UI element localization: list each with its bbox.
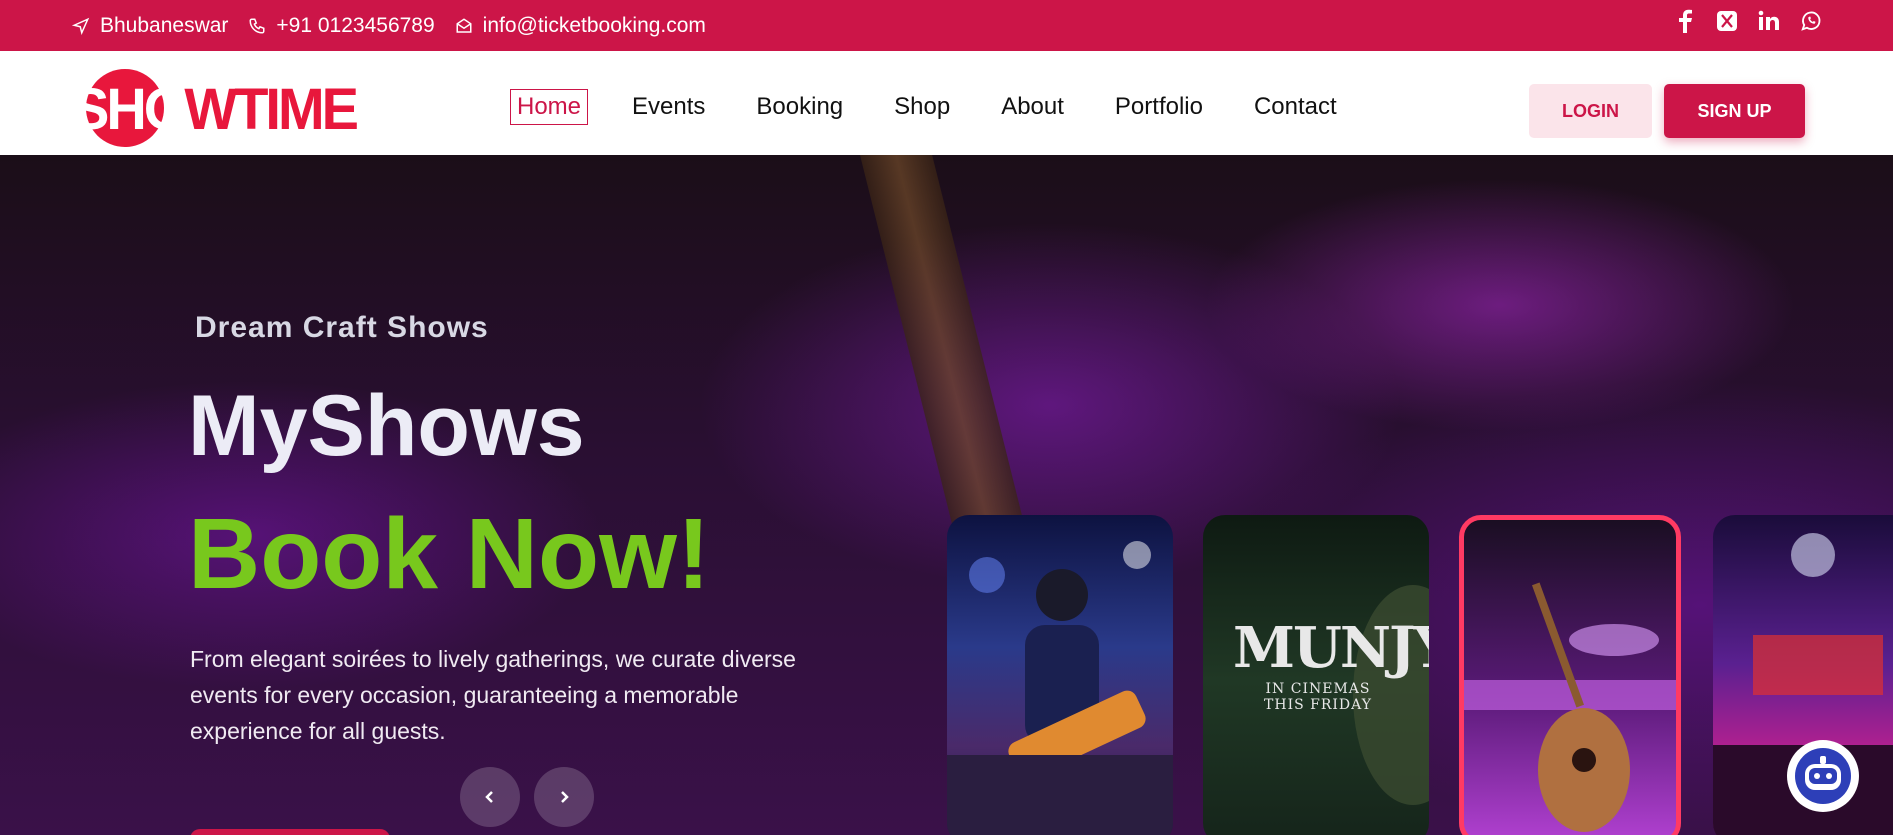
event-card-guitar-active[interactable] — [1459, 515, 1681, 835]
hero-primary-button[interactable] — [190, 829, 390, 835]
nav-menu: Home Events Booking Shop About Portfolio… — [510, 89, 1381, 126]
main-navbar: SHOWTIME Home Events Booking Shop About … — [0, 51, 1893, 155]
robot-icon — [1795, 748, 1851, 804]
movie-title: MUNJYA — [1233, 615, 1429, 681]
facebook-icon[interactable] — [1673, 9, 1697, 33]
movie-poster-text: MUNJYA IN CINEMAS THIS FRIDAY — [1233, 615, 1429, 713]
social-links — [1655, 0, 1823, 42]
login-button[interactable]: LOGIN — [1529, 84, 1652, 138]
showtime-logo[interactable]: SHOWTIME — [72, 69, 359, 149]
event-card-singer[interactable] — [947, 515, 1173, 835]
email-text: info@ticketbooking.com — [482, 13, 706, 37]
prev-slide-button[interactable] — [460, 767, 520, 827]
hero-title: MyShows — [188, 378, 585, 474]
nav-booking[interactable]: Booking — [749, 89, 850, 125]
location-text: Bhubaneswar — [100, 13, 229, 37]
linkedin-icon[interactable] — [1757, 9, 1781, 33]
whatsapp-icon[interactable] — [1799, 9, 1823, 33]
top-bar: Bhubaneswar +91 0123456789 info@ticketbo… — [0, 0, 1893, 51]
contact-info: Bhubaneswar +91 0123456789 info@ticketbo… — [72, 0, 726, 51]
hero-tagline: Dream Craft Shows — [195, 311, 489, 344]
email-item[interactable]: info@ticketbooking.com — [455, 14, 706, 38]
nav-contact[interactable]: Contact — [1247, 89, 1344, 125]
hero-section: Dream Craft Shows MyShows Book Now! From… — [0, 155, 1893, 835]
singer-image — [947, 541, 1173, 835]
movie-subtitle-1: IN CINEMAS — [1265, 681, 1371, 697]
next-slide-button[interactable] — [534, 767, 594, 827]
chatbot-button[interactable] — [1787, 740, 1859, 812]
location-arrow-icon — [72, 17, 90, 35]
envelope-icon — [456, 17, 472, 33]
nav-shop[interactable]: Shop — [887, 89, 957, 125]
nav-about[interactable]: About — [994, 89, 1071, 125]
phone-item[interactable]: +91 0123456789 — [248, 13, 435, 38]
chevron-left-icon — [485, 791, 493, 803]
event-card-movie[interactable]: MUNJYA IN CINEMAS THIS FRIDAY — [1203, 515, 1429, 835]
nav-portfolio[interactable]: Portfolio — [1108, 89, 1210, 125]
nav-events[interactable]: Events — [625, 89, 712, 125]
phone-text: +91 0123456789 — [276, 13, 435, 37]
phone-icon — [249, 18, 265, 34]
hero-description: From elegant soirées to lively gathering… — [190, 646, 796, 744]
hero-cta-title: Book Now! — [188, 498, 711, 610]
movie-subtitle-2: THIS FRIDAY — [1264, 697, 1372, 713]
location-item: Bhubaneswar — [72, 14, 228, 38]
nav-home[interactable]: Home — [510, 89, 589, 126]
logo-text: SHOWTIME — [72, 75, 359, 142]
signup-button[interactable]: SIGN UP — [1664, 84, 1805, 138]
guitar-image — [1464, 582, 1676, 832]
chevron-right-icon — [561, 791, 569, 803]
x-icon[interactable] — [1715, 9, 1739, 33]
